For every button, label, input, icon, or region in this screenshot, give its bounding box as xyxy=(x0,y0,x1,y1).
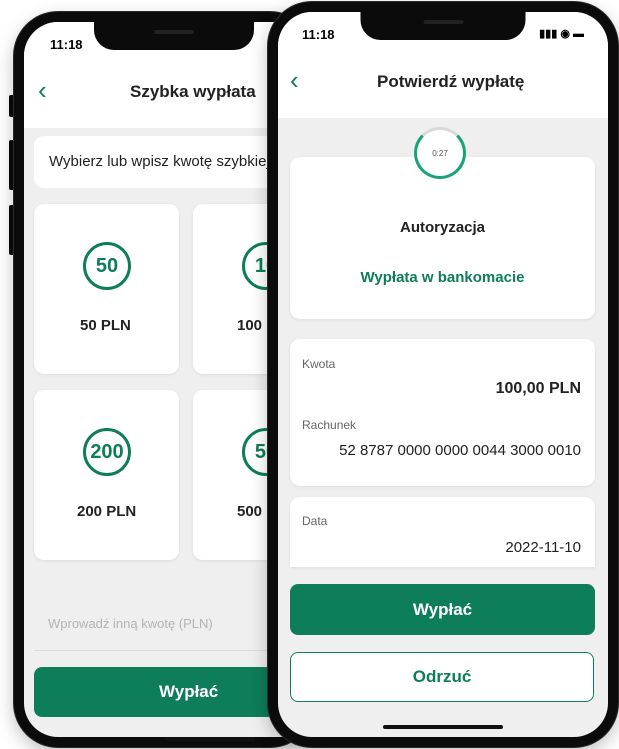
details-card: Kwota 100,00 PLN Rachunek 52 8787 0000 0… xyxy=(290,339,595,486)
reject-button[interactable]: Odrzuć xyxy=(290,652,594,702)
amount-label: 50 PLN xyxy=(80,317,131,334)
right-screen: 11:18 ▮▮▮ ◉ ▬ ‹ Potwierdź wypłatę 0:27 A… xyxy=(278,12,608,737)
amount-tile-50[interactable]: 50 50 PLN xyxy=(34,204,179,374)
home-indicator xyxy=(165,737,255,741)
back-arrow-icon[interactable]: ‹ xyxy=(38,77,47,103)
signal-wifi-battery-icon: ▮▮▮ ◉ ▬ xyxy=(539,28,584,40)
timer-ring: 0:27 xyxy=(414,127,466,179)
amount-badge: 200 xyxy=(83,428,131,476)
authorization-title: Autoryzacja xyxy=(399,219,486,236)
authorization-subtitle: Wypłata w bankomacie xyxy=(360,269,525,286)
date-card: Data 2022-11-10 xyxy=(290,497,595,567)
amount-badge: 50 xyxy=(83,242,131,290)
amount-label: Kwota xyxy=(302,357,336,371)
date-label: Data xyxy=(302,514,328,528)
amount-label: 200 PLN xyxy=(77,503,137,520)
account-value: 52 8787 0000 0000 0044 3000 0010 xyxy=(339,442,581,459)
page-title: Szybka wypłata xyxy=(130,82,256,101)
authorization-card: Autoryzacja Wypłata w bankomacie xyxy=(290,157,595,319)
timer-value: 0:27 xyxy=(432,148,448,158)
status-time: 11:18 xyxy=(302,27,335,42)
date-value: 2022-11-10 xyxy=(505,539,581,556)
amount-value: 100,00 PLN xyxy=(495,380,581,397)
notch xyxy=(94,22,254,50)
home-indicator xyxy=(383,725,503,729)
amount-label: 500 xyxy=(237,503,263,520)
account-label: Rachunek xyxy=(302,418,357,432)
right-phone: 11:18 ▮▮▮ ◉ ▬ ‹ Potwierdź wypłatę 0:27 A… xyxy=(268,2,618,747)
notch xyxy=(360,12,526,40)
back-arrow-icon[interactable]: ‹ xyxy=(290,67,299,93)
confirm-button[interactable]: Wypłać xyxy=(290,584,595,635)
amount-label: 100 I xyxy=(237,317,271,334)
page-title: Potwierdź wypłatę xyxy=(377,72,525,91)
app-bar: ‹ Potwierdź wypłatę xyxy=(278,46,608,118)
status-time: 11:18 xyxy=(50,37,83,52)
amount-tile-200[interactable]: 200 200 PLN xyxy=(34,390,179,560)
